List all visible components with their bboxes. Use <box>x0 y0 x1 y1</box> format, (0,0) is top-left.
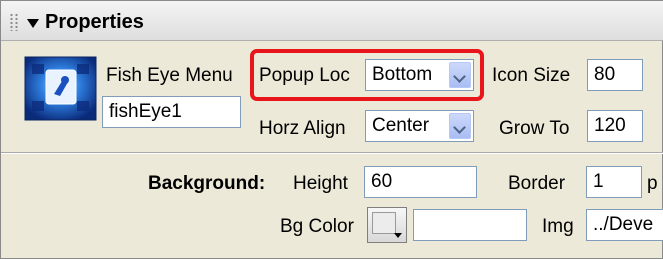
bg-color-label: Bg Color <box>280 216 354 237</box>
grow-to-field[interactable]: 120 <box>587 110 643 142</box>
border-label: Border <box>508 173 566 194</box>
collapse-triangle-icon[interactable] <box>27 19 39 28</box>
horz-align-value: Center <box>372 115 430 136</box>
panel-title: Properties <box>45 11 144 33</box>
bg-color-field[interactable] <box>413 209 527 241</box>
border-field[interactable]: 1 <box>586 166 642 198</box>
popup-loc-highlight <box>250 49 484 101</box>
horz-align-label: Horz Align <box>259 118 346 139</box>
properties-panel: Properties Fish Eye Menu fishEye1 Popup … <box>0 0 663 259</box>
section-divider <box>1 152 663 154</box>
dropdown-arrow-icon <box>394 233 402 238</box>
instance-name-field[interactable]: fishEye1 <box>102 96 241 128</box>
img-path-field[interactable]: ../Deve <box>586 209 663 241</box>
bg-color-swatch[interactable] <box>367 207 407 243</box>
drag-grip-icon[interactable] <box>9 13 19 31</box>
height-field[interactable]: 60 <box>364 166 477 198</box>
fish-eye-menu-icon <box>24 56 97 121</box>
icon-size-field[interactable]: 80 <box>587 59 643 91</box>
panel-titlebar[interactable]: Properties <box>1 1 663 41</box>
color-swatch-icon <box>372 212 396 234</box>
border-unit-label: p <box>647 173 658 194</box>
img-label: Img <box>542 216 574 237</box>
background-section-label: Background: <box>148 173 266 194</box>
chevron-down-icon[interactable] <box>449 113 471 139</box>
component-type-label: Fish Eye Menu <box>106 65 233 86</box>
grow-to-label: Grow To <box>499 118 570 139</box>
height-label: Height <box>293 173 348 194</box>
horz-align-select[interactable]: Center <box>365 110 474 142</box>
icon-size-label: Icon Size <box>492 65 571 86</box>
